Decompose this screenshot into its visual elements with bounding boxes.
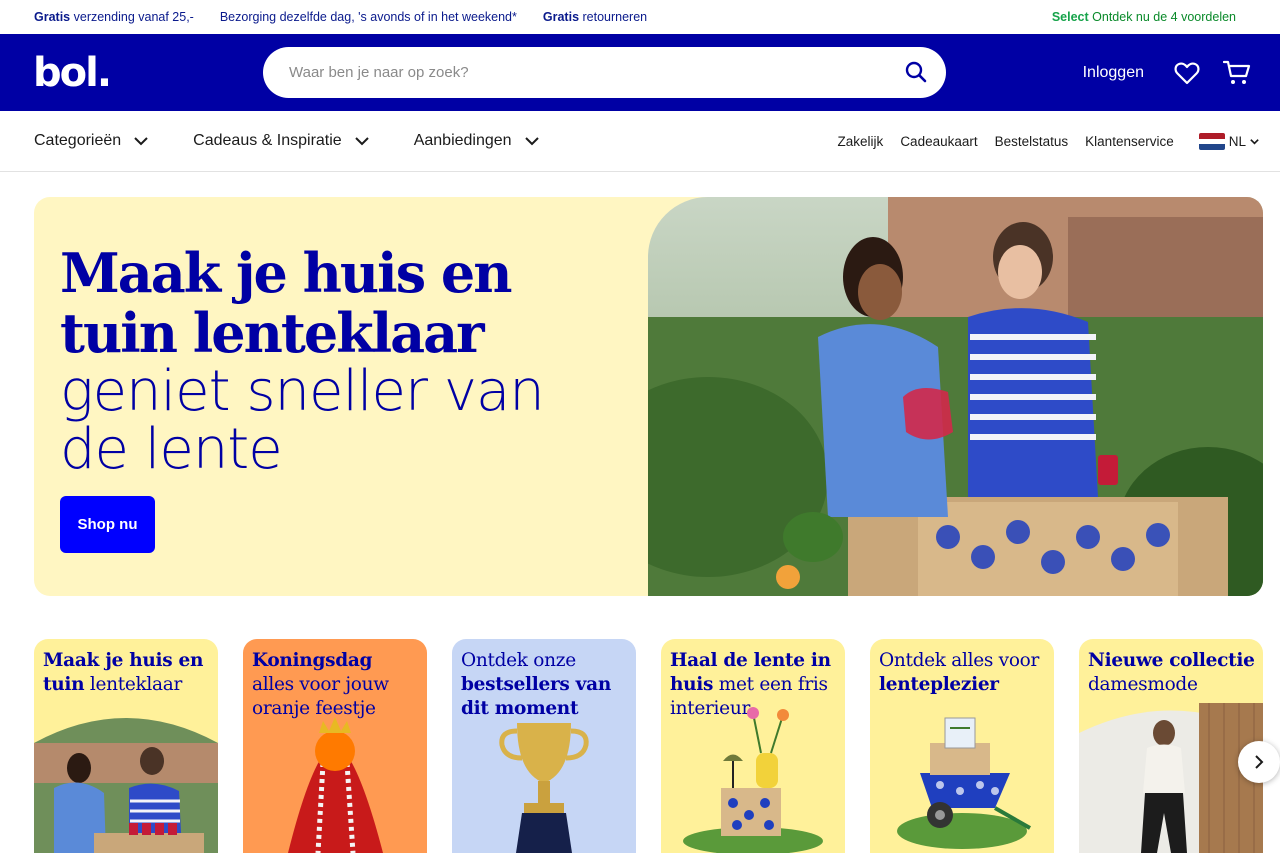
hero-title-line: Maak je huis en [60, 241, 513, 305]
cart-icon[interactable] [1222, 58, 1252, 88]
tile-photo [1079, 703, 1263, 853]
heart-icon[interactable] [1172, 58, 1202, 88]
tile-title-light: Ontdek onze [461, 650, 576, 671]
nl-flag-icon [1198, 133, 1225, 150]
promo-tiles: Maak je huis en tuin lenteklaar Koningsd… [34, 639, 1280, 853]
usp-delivery[interactable]: Bezorging dezelfde dag, 's avonds of in … [220, 10, 517, 24]
nav-label: Aanbiedingen [413, 132, 512, 149]
chevron-down-icon [134, 137, 148, 146]
tile-title-light: lenteklaar [84, 674, 183, 695]
header-actions: Inloggen [1083, 34, 1262, 111]
tile-bestsellers[interactable]: Ontdek onze bestsellers van dit moment [452, 639, 636, 853]
carousel-next-button[interactable] [1238, 741, 1280, 783]
tile-title: Ontdek alles voor lenteplezier [879, 649, 1046, 697]
tile-title: Maak je huis en tuin lenteklaar [43, 649, 210, 697]
tile-kingsday[interactable]: Koningsdag alles voor jouw oranje feestj… [243, 639, 427, 853]
tile-spring-interior[interactable]: Haal de lente in huis met een fris inter… [661, 639, 845, 853]
hero-banner[interactable]: Maak je huis en tuin lenteklaar geniet s… [34, 197, 1263, 596]
usp-text: retourneren [579, 10, 648, 24]
select-promo-link[interactable]: Select Ontdek nu de 4 voordelen [1052, 10, 1236, 24]
link-business[interactable]: Zakelijk [838, 134, 884, 149]
select-text: Ontdek nu de 4 voordelen [1088, 10, 1236, 24]
select-label: Select [1051, 10, 1089, 24]
hero-photo [648, 197, 1263, 596]
chevron-down-icon [1250, 139, 1259, 145]
search-input[interactable] [289, 64, 869, 81]
tile-title-bold: Koningsdag [252, 650, 373, 671]
tile-womens-fashion[interactable]: Nieuwe collectie damesmode [1079, 639, 1263, 853]
nav-gifts-inspiration[interactable]: Cadeaus & Inspiratie [193, 132, 370, 150]
usp-text: verzending vanaf 25,- [70, 10, 194, 24]
language-code: NL [1228, 134, 1246, 149]
login-link[interactable]: Inloggen [1083, 64, 1144, 82]
tile-title: Nieuwe collectie damesmode [1088, 649, 1255, 697]
hero-title: Maak je huis en tuin lenteklaar [60, 243, 544, 363]
tile-title-light: damesmode [1088, 674, 1198, 695]
usp-free-shipping[interactable]: Gratis verzending vanaf 25,- [34, 10, 194, 24]
hero-subtitle: geniet sneller van de lente [60, 359, 545, 482]
nav-label: Cadeaus & Inspiratie [193, 132, 342, 149]
search-icon[interactable] [904, 60, 928, 84]
tile-photo [683, 707, 823, 853]
tile-house-garden[interactable]: Maak je huis en tuin lenteklaar [34, 639, 218, 853]
tile-photo [288, 717, 383, 853]
usp-bar: Gratis verzending vanaf 25,- Bezorging d… [0, 0, 1280, 34]
nav-deals[interactable]: Aanbiedingen [414, 132, 540, 150]
shop-now-button[interactable]: Shop nu [60, 496, 155, 553]
link-order-status[interactable]: Bestelstatus [995, 134, 1069, 149]
link-customer-service[interactable]: Klantenservice [1085, 134, 1174, 149]
trophy-icon [499, 723, 589, 853]
nav-categories[interactable]: Categorieën [34, 132, 149, 150]
hero-text: Maak je huis en tuin lenteklaar geniet s… [60, 243, 545, 482]
chevron-right-icon [1255, 755, 1264, 769]
tile-photo [34, 718, 218, 853]
tile-title-light: Ontdek alles voor [879, 650, 1040, 671]
wheelbarrow-icon [897, 717, 1031, 849]
language-selector[interactable]: NL [1198, 133, 1260, 150]
usp-text: Bezorging dezelfde dag, 's avonds of in … [219, 10, 517, 24]
usp-bold: Gratis [542, 10, 580, 24]
chevron-down-icon [524, 137, 539, 146]
hero-title-line: tuin lenteklaar [60, 301, 485, 365]
usp-bold: Gratis [34, 10, 71, 24]
chevron-down-icon [354, 137, 369, 146]
usp-free-returns[interactable]: Gratis retourneren [543, 10, 647, 24]
tile-title-bold: lenteplezier [879, 674, 999, 695]
nav-label: Categorieën [34, 132, 122, 149]
hero-subtitle-line: de lente [60, 417, 283, 482]
bol-logo[interactable]: bol. [33, 53, 112, 93]
main-header: bol. Inloggen [0, 34, 1280, 111]
tile-spring-fun[interactable]: Ontdek alles voor lenteplezier [870, 639, 1054, 853]
main-nav: Categorieën Cadeaus & Inspiratie Aanbied… [0, 111, 1280, 172]
tile-title-bold: Nieuwe collectie [1088, 650, 1255, 671]
search-bar [263, 47, 946, 98]
link-giftcard[interactable]: Cadeaukaart [900, 134, 977, 149]
hero-subtitle-line: geniet sneller van [60, 359, 545, 424]
service-links: Zakelijk Cadeaukaart Bestelstatus Klante… [821, 111, 1260, 172]
